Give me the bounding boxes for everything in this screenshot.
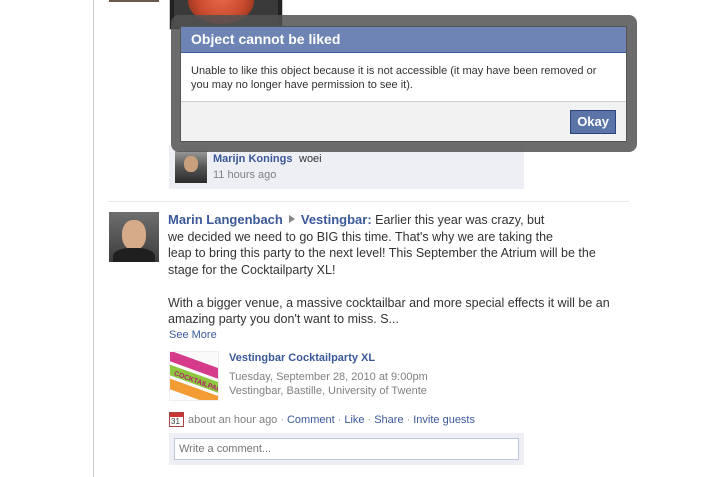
like-link[interactable]: Like bbox=[344, 414, 364, 426]
comment-link[interactable]: Comment bbox=[287, 414, 335, 426]
separator: · bbox=[367, 414, 372, 426]
post-timestamp[interactable]: about an hour ago bbox=[188, 414, 277, 426]
dialog-message: Unable to like this object because it is… bbox=[191, 65, 597, 91]
post-target-link[interactable]: Vestingbar: bbox=[301, 212, 372, 227]
avatar-shirt bbox=[113, 248, 155, 262]
avatar-face bbox=[184, 156, 198, 172]
comment-text: woei bbox=[299, 153, 322, 165]
event-location: Vestingbar, Bastille, University of Twen… bbox=[229, 385, 427, 397]
okay-button[interactable]: Okay bbox=[570, 110, 616, 134]
previous-post-avatar[interactable] bbox=[109, 0, 159, 2]
separator: · bbox=[337, 414, 342, 426]
post-text-line: we decided we need to go BIG this time. … bbox=[168, 229, 554, 244]
comment-timestamp[interactable]: 11 hours ago bbox=[213, 169, 276, 181]
story-divider bbox=[108, 201, 629, 202]
comment-author-link[interactable]: Marijn Konings bbox=[213, 153, 292, 165]
separator: · bbox=[406, 414, 411, 426]
post-text-line: amazing party you don't want to miss. S.… bbox=[168, 312, 399, 326]
share-link[interactable]: Share bbox=[374, 414, 403, 426]
post-actions: 31 about an hour ago · Comment · Like · Share · I… bbox=[169, 412, 475, 427]
dialog-title: Object cannot be liked bbox=[181, 27, 626, 53]
comment-input[interactable] bbox=[174, 438, 519, 460]
separator: · bbox=[280, 414, 284, 426]
calendar-icon: 31 bbox=[169, 412, 184, 427]
post-text-line: stage for the Cocktailparty XL! bbox=[168, 262, 336, 277]
see-more-link[interactable]: See More bbox=[169, 329, 217, 341]
event-title-link[interactable]: Vestingbar Cocktailparty XL bbox=[229, 352, 375, 364]
post-first-line: Marin Langenbach Vestingbar: Earlier this… bbox=[168, 212, 632, 229]
post-author-link[interactable]: Marin Langenbach bbox=[168, 212, 283, 227]
comment-composer bbox=[169, 433, 524, 465]
post-text-line: Earlier this year was crazy, but bbox=[375, 213, 545, 227]
dialog-footer: Okay bbox=[181, 101, 626, 141]
arrow-right-icon bbox=[288, 215, 295, 223]
post-text-line: leap to bring this party to the next lev… bbox=[168, 246, 596, 260]
post-body: Marin Langenbach Vestingbar: Earlier this… bbox=[168, 212, 632, 328]
error-dialog: Object cannot be liked Unable to like th… bbox=[180, 26, 627, 142]
event-thumbnail[interactable]: COCKTAILPARTY XL bbox=[169, 351, 219, 401]
calendar-day: 31 bbox=[171, 417, 180, 426]
avatar[interactable] bbox=[175, 151, 207, 183]
invite-guests-link[interactable]: Invite guests bbox=[413, 414, 475, 426]
avatar-face bbox=[122, 220, 146, 250]
event-date: Tuesday, September 28, 2010 at 9:00pm bbox=[229, 371, 428, 383]
post-text-line: With a bigger venue, a massive cocktailb… bbox=[168, 295, 610, 310]
left-column-rule bbox=[93, 0, 94, 477]
avatar[interactable] bbox=[109, 212, 159, 262]
